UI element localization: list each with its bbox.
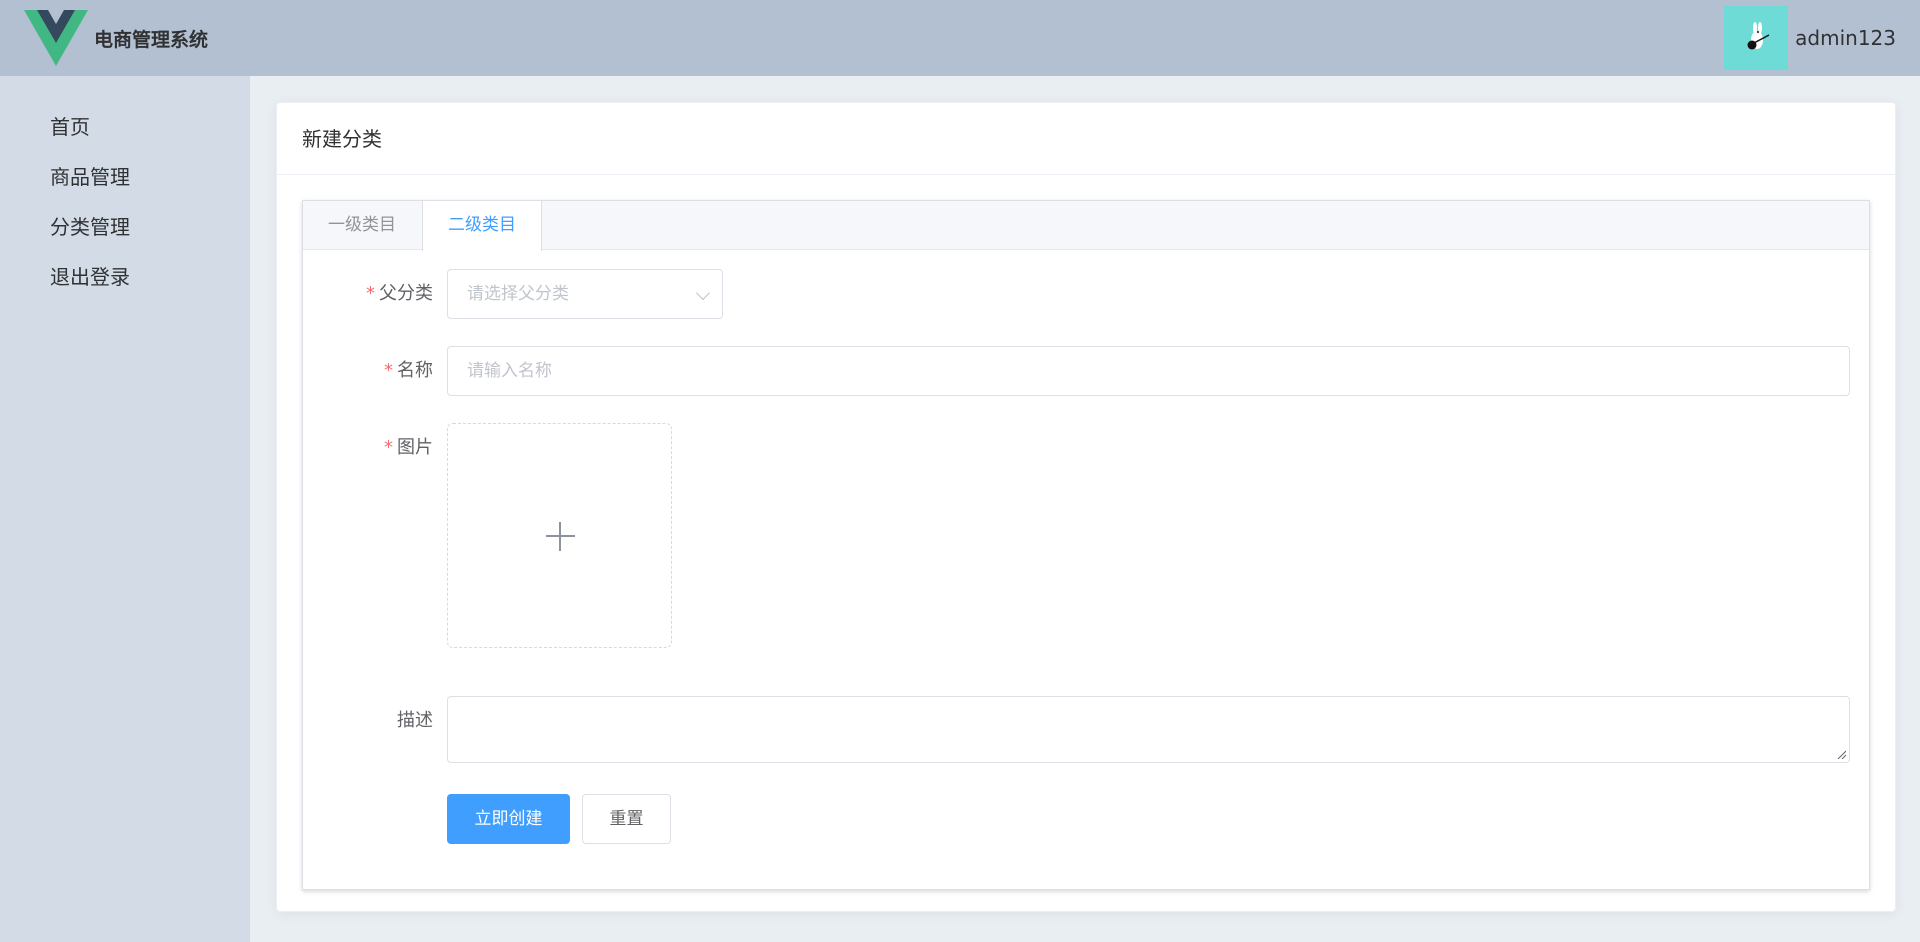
- sidebar: 首页 商品管理 分类管理 退出登录: [0, 76, 250, 942]
- chevron-down-icon: [695, 285, 711, 301]
- main-card: 新建分类 一级类目 二级类目 * 父分类 请选择父分类 * 名称 请输入名称 *…: [276, 102, 1896, 912]
- image-uploader[interactable]: [447, 423, 672, 648]
- sidebar-item-products[interactable]: 商品管理: [0, 152, 250, 202]
- sidebar-item-home[interactable]: 首页: [0, 102, 250, 152]
- avatar-icon: [1747, 22, 1770, 50]
- tab-level-two[interactable]: 二级类目: [422, 201, 542, 251]
- tab-level-one[interactable]: 一级类目: [303, 201, 422, 250]
- resize-handle-icon[interactable]: [1836, 749, 1846, 759]
- category-tabs: 一级类目 二级类目 * 父分类 请选择父分类 * 名称 请输入名称 * 图片 描…: [302, 200, 1870, 890]
- name-input-placeholder: 请输入名称: [467, 361, 552, 381]
- parent-category-select[interactable]: 请选择父分类: [447, 269, 723, 319]
- parent-select-placeholder: 请选择父分类: [467, 284, 569, 304]
- vue-logo-icon: [24, 10, 88, 66]
- sidebar-item-logout[interactable]: 退出登录: [0, 252, 250, 302]
- parent-label-text: 父分类: [379, 283, 433, 304]
- brand-title: 电商管理系统: [94, 28, 209, 51]
- description-label: 描述: [397, 710, 433, 731]
- name-label: * 名称: [303, 346, 433, 395]
- create-button[interactable]: 立即创建: [447, 794, 570, 844]
- sidebar-item-categories[interactable]: 分类管理: [0, 202, 250, 252]
- username[interactable]: admin123: [1795, 26, 1896, 50]
- brand: 电商管理系统: [0, 0, 208, 76]
- top-header: 电商管理系统 admin123: [0, 0, 1920, 76]
- name-label-text: 名称: [397, 360, 433, 381]
- reset-button[interactable]: 重置: [582, 794, 671, 844]
- required-mark: *: [384, 360, 393, 381]
- image-label-text: 图片: [397, 437, 433, 458]
- tab-header: 一级类目 二级类目: [303, 201, 1869, 251]
- page-title: 新建分类: [277, 103, 1895, 175]
- description-textarea[interactable]: [447, 696, 1850, 763]
- required-mark: *: [384, 437, 393, 458]
- image-label: * 图片: [303, 423, 433, 472]
- name-input[interactable]: 请输入名称: [447, 346, 1850, 396]
- avatar[interactable]: [1724, 6, 1789, 70]
- parent-label: * 父分类: [303, 269, 433, 318]
- required-mark: *: [366, 283, 375, 304]
- user-info[interactable]: admin123: [1724, 0, 1920, 76]
